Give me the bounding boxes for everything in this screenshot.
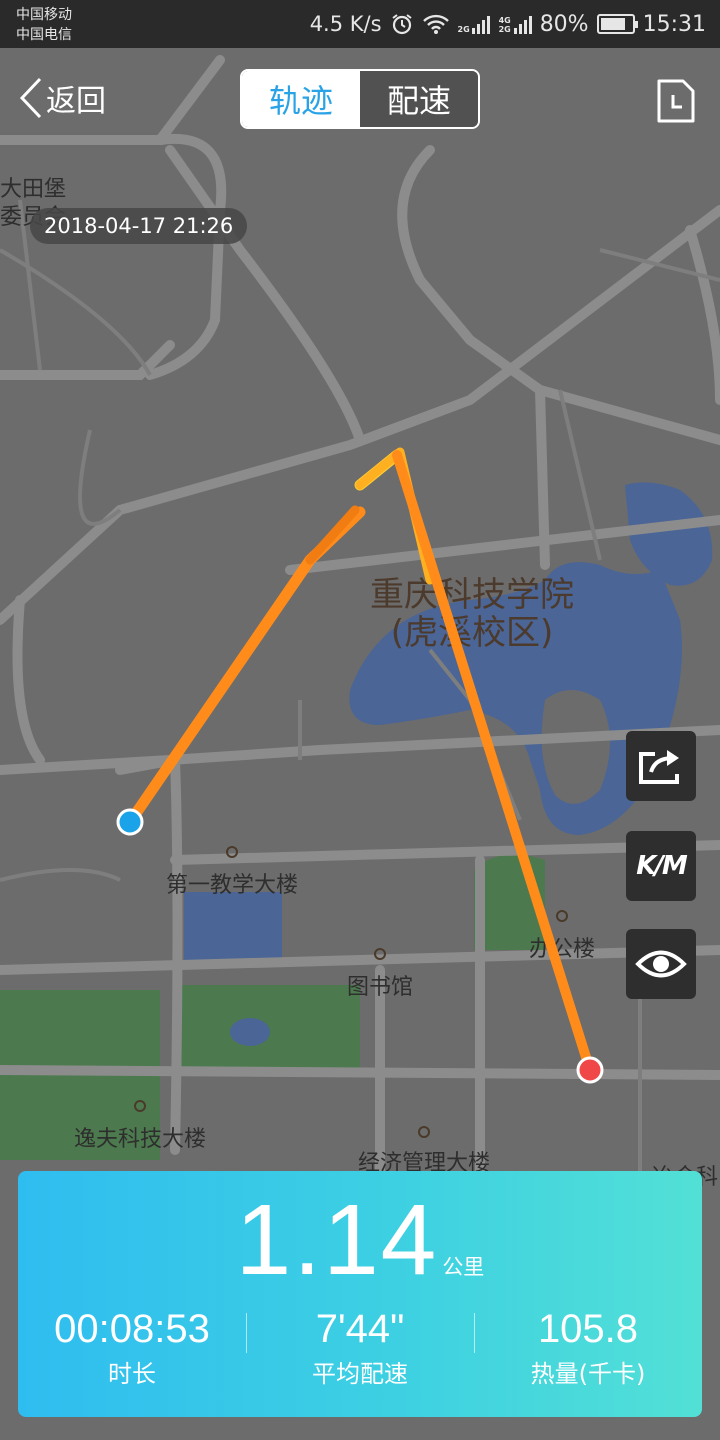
green-area [180,985,360,1070]
record-button[interactable] [656,78,696,124]
campus-label: (虎溪校区) [391,613,554,653]
battery-percent: 80% [539,11,589,37]
battery-fill [600,18,625,30]
map-label: 逸夫科技大楼 [74,1127,206,1152]
stat-label: 热量(千卡) [530,1360,646,1388]
tab-pace[interactable]: 配速 [360,71,478,127]
map-label: 第一教学大楼 [166,873,298,898]
signal-bars-icon [513,14,532,34]
pond [230,1018,270,1046]
share-button[interactable] [626,731,696,801]
wifi-icon [422,14,449,34]
chevron-left-icon [19,77,42,119]
campus-label: 重庆科技学院 [370,575,574,615]
signal-1: 2G [458,14,490,34]
view-toggle: 轨迹 配速 [240,69,480,129]
map-label: 办公楼 [529,937,595,962]
distance-display: 1.14 公里 [18,1185,702,1295]
end-marker [576,1056,604,1084]
document-clock-icon [657,79,695,123]
stat-label: 平均配速 [312,1360,408,1388]
signal-2-label: 4G 2G [498,16,511,34]
map-label: 图书馆 [347,975,413,1000]
alarm-clock-icon [391,14,412,35]
map-label: 大田堡 [0,177,66,202]
signal-1-label: 2G [457,25,470,34]
tab-track[interactable]: 轨迹 [242,71,360,127]
status-bar: 中国移动 中国电信 4.5 K/s 2G 4G 2G 80% 15:31 [0,0,720,48]
pond [184,892,282,966]
km-markers-button[interactable]: K/M [626,831,696,901]
run-summary-card: 1.14 公里 00:08:53 时长 7'44" 平均配速 105.8 热量(千… [18,1171,702,1417]
signal-2: 4G 2G [498,14,532,34]
stat-duration: 00:08:53 时长 [18,1301,246,1391]
stat-value: 00:08:53 [54,1307,210,1351]
distance-value: 1.14 [235,1184,439,1296]
stat-calories: 105.8 热量(千卡) [474,1301,702,1391]
clock: 15:31 [642,11,706,37]
distance-unit: 公里 [442,1255,485,1279]
stat-label: 时长 [108,1360,156,1388]
stats-row: 00:08:53 时长 7'44" 平均配速 105.8 热量(千卡) [18,1301,702,1391]
status-indicators: 4.5 K/s 2G 4G 2G 80% 15:31 [310,8,706,40]
back-button[interactable]: 返回 [18,76,106,120]
stat-value: 105.8 [537,1307,639,1351]
share-icon [639,750,679,784]
carrier-1: 中国移动 [16,7,72,23]
stat-avg-pace: 7'44" 平均配速 [246,1301,474,1391]
run-timestamp: 2018-04-17 21:26 [30,208,248,244]
network-speed: 4.5 K/s [309,12,382,36]
stat-value: 7'44" [315,1307,405,1351]
signal-bars-icon [471,14,490,34]
carrier-info: 中国移动 中国电信 [16,5,72,45]
km-label: K/M [636,851,688,881]
start-marker [116,808,144,836]
carrier-2: 中国电信 [16,27,72,43]
eye-icon [635,950,687,978]
visibility-button[interactable] [626,929,696,999]
battery-icon [596,14,638,34]
back-label: 返回 [46,84,106,119]
